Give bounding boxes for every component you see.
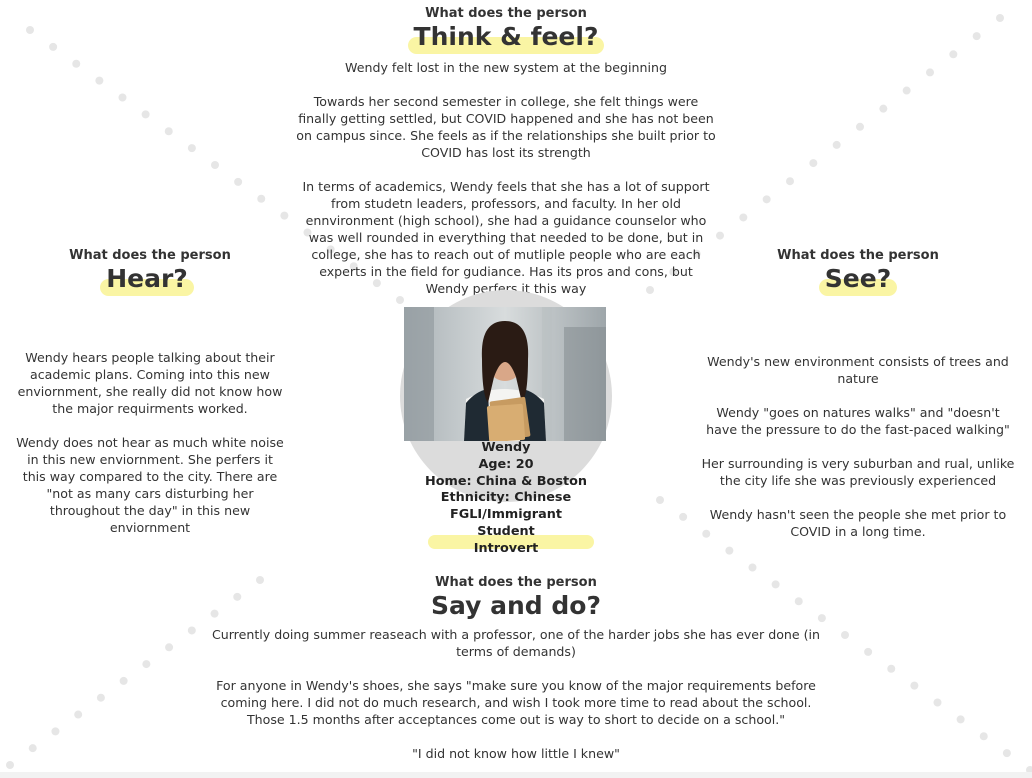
- decor-dot: [949, 50, 958, 59]
- say-subtitle: What does the person: [435, 575, 597, 590]
- bottom-strip: [0, 772, 1032, 778]
- decor-dot: [725, 546, 734, 555]
- decor-dot: [902, 86, 911, 95]
- persona-photo-illustration: [404, 307, 606, 441]
- decor-dot: [280, 211, 289, 220]
- decor-dot: [141, 110, 150, 119]
- decor-dot: [187, 626, 196, 635]
- decor-dot: [879, 104, 888, 113]
- say-paragraph: For anyone in Wendy's shoes, she says "m…: [216, 678, 816, 727]
- persona-home: Home: China & Boston: [425, 473, 587, 489]
- decor-dot: [887, 664, 896, 673]
- decor-dot: [118, 93, 127, 102]
- decor-dot: [72, 59, 81, 68]
- persona-ethnicity: Ethnicity: Chinese: [440, 490, 572, 506]
- decor-dot: [748, 563, 757, 572]
- persona-role: Student: [477, 523, 535, 539]
- hear-subtitle: What does the person: [69, 248, 231, 263]
- think-paragraph: Wendy felt lost in the new system at the…: [345, 60, 667, 75]
- see-heading: See?: [818, 264, 898, 296]
- decor-dot: [864, 647, 873, 656]
- persona-age: Age: 20: [478, 456, 534, 472]
- hear-paragraph: Wendy hears people talking about their a…: [17, 350, 283, 416]
- hear-paragraph: Wendy does not hear as much white noise …: [16, 435, 284, 535]
- decor-dot: [979, 732, 988, 741]
- decor-dot: [211, 161, 219, 169]
- decor-dot: [164, 127, 173, 136]
- decor-dot: [142, 660, 151, 669]
- see-paragraph: Her surrounding is very suburban and rua…: [701, 456, 1015, 488]
- decor-dot: [96, 693, 105, 702]
- say-paragraph: "I did not know how little I knew": [412, 746, 620, 761]
- decor-dot: [165, 643, 174, 652]
- see-section: What does the person See? Wendy's new en…: [700, 248, 1016, 539]
- persona-photo: [404, 307, 606, 441]
- decor-dot: [257, 194, 266, 203]
- decor-dot: [832, 140, 841, 149]
- decor-dot: [956, 715, 965, 724]
- decor-dot: [996, 14, 1004, 22]
- think-subtitle: What does the person: [425, 6, 587, 21]
- say-heading: Say and do?: [431, 591, 601, 620]
- think-paragraph: In terms of academics, Wendy feels that …: [302, 179, 710, 296]
- hear-heading: Hear?: [100, 264, 194, 296]
- decor-dot: [841, 631, 849, 639]
- see-paragraph: Wendy's new environment consists of tree…: [707, 354, 1009, 386]
- decor-dot: [49, 42, 58, 51]
- decor-dot: [856, 122, 864, 131]
- decor-dot: [28, 744, 37, 753]
- see-subtitle: What does the person: [777, 248, 939, 263]
- persona-personality: Introvert: [473, 540, 539, 556]
- decor-dot: [187, 144, 196, 153]
- decor-dot: [74, 710, 83, 719]
- persona-profile: Wendy Age: 20 Home: China & Boston Ethni…: [386, 440, 626, 558]
- decor-dot: [739, 213, 748, 222]
- decor-dot: [656, 496, 664, 504]
- decor-dot: [95, 76, 104, 85]
- decor-dot: [26, 26, 34, 34]
- think-paragraph: Towards her second semester in college, …: [296, 94, 716, 160]
- decor-dot: [809, 159, 818, 168]
- decor-dot: [933, 698, 942, 707]
- decor-dot: [716, 231, 724, 240]
- decor-dot: [762, 195, 771, 204]
- decor-dot: [234, 177, 243, 186]
- hear-section: What does the person Hear? Wendy hears p…: [16, 248, 284, 535]
- decor-dot: [51, 727, 60, 736]
- decor-dot: [926, 68, 934, 77]
- see-paragraph: Wendy hasn't seen the people she met pri…: [709, 507, 1007, 539]
- decor-dot: [119, 676, 128, 685]
- persona-center: Wendy Age: 20 Home: China & Boston Ethni…: [400, 282, 612, 556]
- think-feel-section: What does the person Think & feel? Wendy…: [296, 6, 716, 297]
- decor-dot: [972, 32, 981, 41]
- decor-dot: [910, 681, 919, 690]
- decor-dot: [6, 761, 14, 769]
- decor-dot: [679, 512, 688, 521]
- say-paragraph: Currently doing summer reaseach with a p…: [211, 627, 821, 659]
- decor-dot: [786, 177, 794, 186]
- see-paragraph: Wendy "goes on natures walks" and "doesn…: [706, 405, 1010, 437]
- think-heading: Think & feel?: [407, 22, 605, 54]
- decor-dot: [1002, 749, 1011, 758]
- persona-name: Wendy: [481, 440, 531, 455]
- say-do-section: What does the person Say and do? Current…: [206, 575, 826, 762]
- persona-status: FGLI/Immigrant: [450, 507, 562, 523]
